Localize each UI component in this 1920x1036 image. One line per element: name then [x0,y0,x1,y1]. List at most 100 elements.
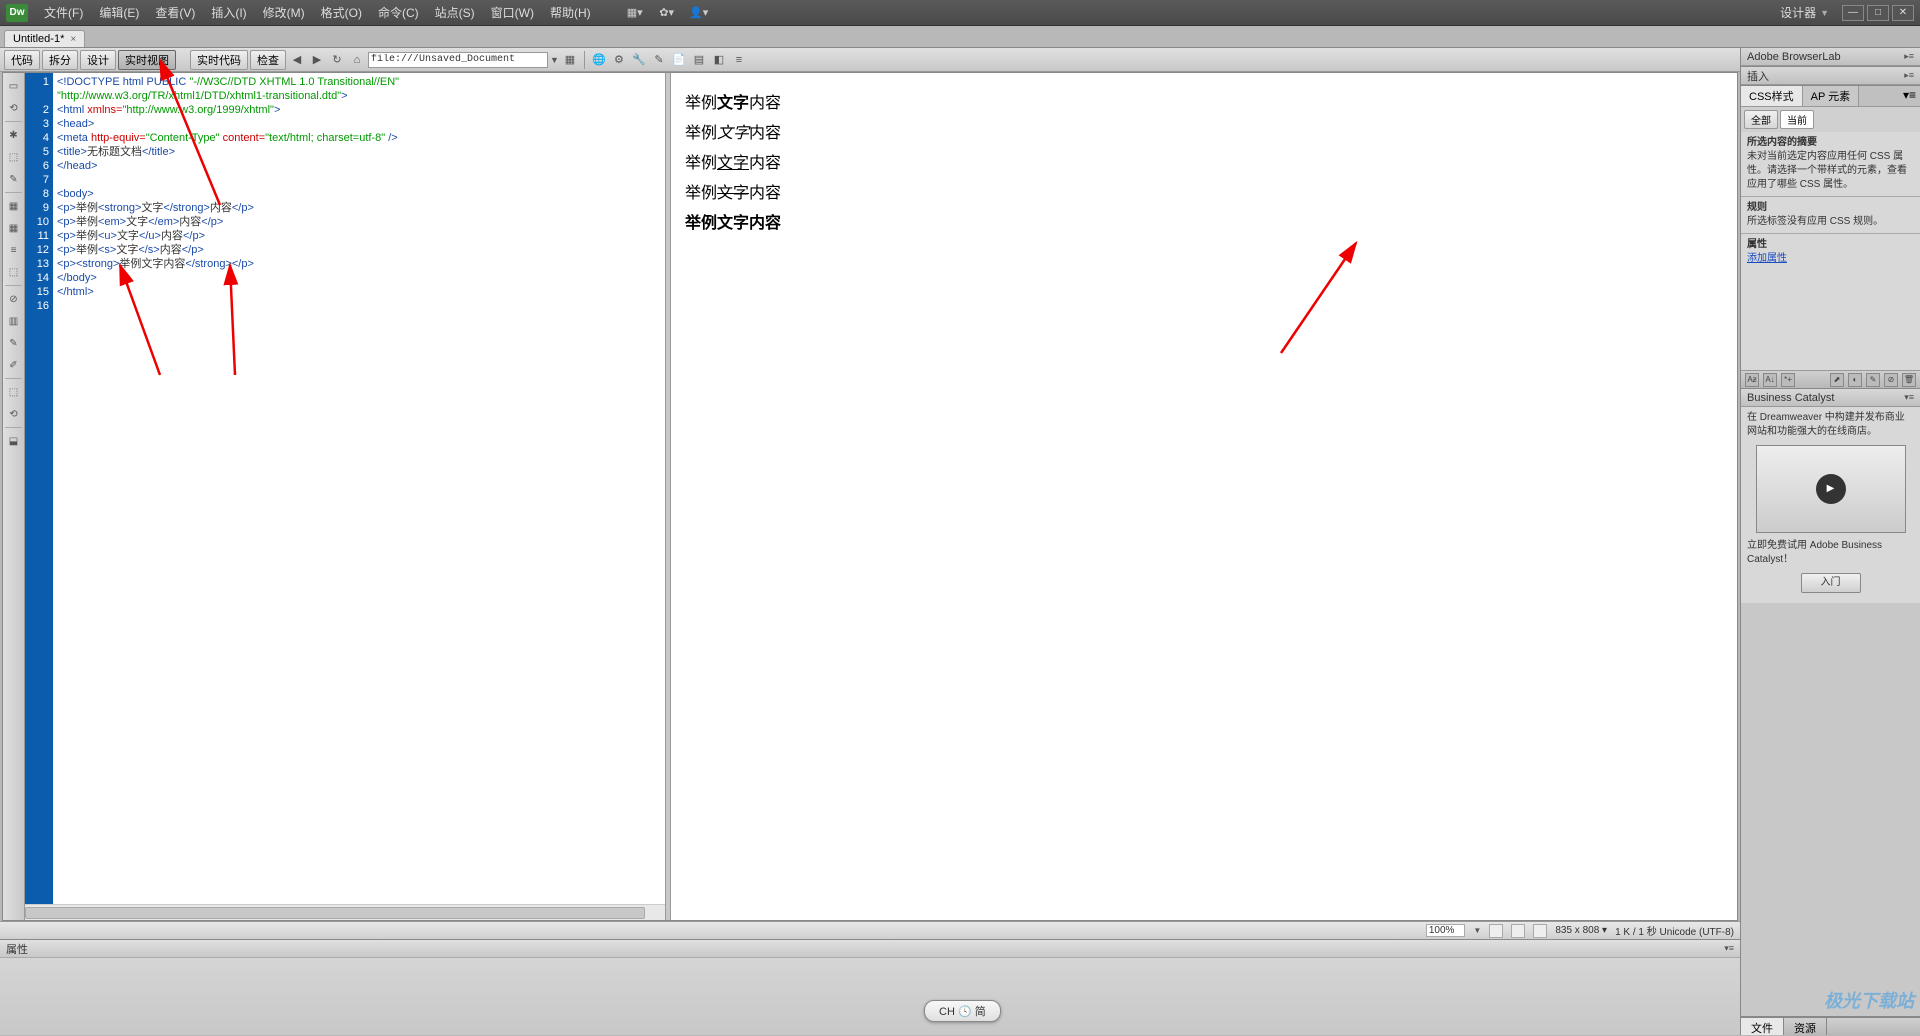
panel-menu-icon[interactable]: ▾≡ [1899,86,1920,106]
tab-css-styles[interactable]: CSS样式 [1741,86,1803,106]
vtool-collapse-icon[interactable]: ⬓ [4,431,24,451]
properties-title[interactable]: 属性 [6,941,28,957]
view-livecode-button[interactable]: 实时代码 [190,50,248,70]
panel-menu-icon[interactable]: ▸≡ [1904,51,1914,62]
gear-icon[interactable]: ⚙ [610,52,628,68]
chevron-down-icon[interactable]: ▼ [1820,8,1829,18]
zoom-selector[interactable]: 100% [1426,924,1466,937]
document-tab[interactable]: Untitled-1* × [4,30,85,47]
css-icon-3[interactable]: *+ [1781,373,1795,387]
browse-icon[interactable]: ▦ [561,52,579,68]
panel-menu-icon[interactable]: ▸≡ [1904,70,1914,81]
vtool-star-icon[interactable]: ✱ [4,125,24,145]
css-current-button[interactable]: 当前 [1780,110,1814,129]
close-icon[interactable]: × [70,34,76,45]
vtool-refresh-icon[interactable]: ⟲ [4,98,24,118]
layout-dropdown-icon[interactable]: ▦▾ [623,4,647,22]
maximize-button[interactable]: □ [1867,5,1889,21]
bc-video-thumbnail[interactable]: ▶ [1756,445,1906,533]
css-icon-2[interactable]: A↓ [1763,373,1777,387]
code-pane[interactable]: 1 2345678910111213141516 <!DOCTYPE html … [25,73,665,920]
vtool-open-icon[interactable]: ▭ [4,76,24,96]
close-button[interactable]: ✕ [1892,5,1914,21]
vtool-select-icon[interactable]: ⬚ [4,147,24,167]
vtool-box-icon[interactable]: ⬚ [4,262,24,282]
vtool-grid1-icon[interactable]: ▦ [4,196,24,216]
viewport-icon[interactable] [1533,924,1547,938]
menu-site[interactable]: 站点(S) [427,0,483,25]
options-icon[interactable]: ≡ [730,52,748,68]
panel-bc-title[interactable]: Business Catalyst [1747,392,1834,404]
vtool-edit1-icon[interactable]: ✎ [4,333,24,353]
vtool-edit2-icon[interactable]: ✐ [4,355,24,375]
extend-dropdown-icon[interactable]: ✿▾ [655,4,679,22]
css-all-button[interactable]: 全部 [1744,110,1778,129]
css-link-icon[interactable]: ⬈ [1830,373,1844,387]
address-input[interactable] [368,52,548,68]
code-text[interactable]: <!DOCTYPE html PUBLIC "-//W3C//DTD XHTML… [53,73,665,904]
preview-line-2: 举例文字内容 [685,119,1723,143]
menu-insert[interactable]: 插入(I) [203,0,254,25]
add-property-link[interactable]: 添加属性 [1747,251,1787,266]
css-edit-icon[interactable]: ✎ [1866,373,1880,387]
pencil-icon[interactable]: ✎ [650,52,668,68]
vtool-grid2-icon[interactable]: ▦ [4,218,24,238]
selecttool-icon[interactable] [1511,924,1525,938]
view-split-button[interactable]: 拆分 [42,50,78,70]
user-dropdown-icon[interactable]: 👤▾ [687,4,711,22]
tab-files[interactable]: 文件 [1741,1018,1784,1035]
menu-command[interactable]: 命令(C) [370,0,427,25]
minimize-button[interactable]: — [1842,5,1864,21]
handtool-icon[interactable] [1489,924,1503,938]
viewport-size[interactable]: 835 x 808 ▾ [1555,925,1607,936]
vtool-wrap-icon[interactable]: ⟲ [4,404,24,424]
css-trash-icon[interactable]: 🗑 [1902,373,1916,387]
panel-insert-title[interactable]: 插入 [1747,68,1769,84]
panel-menu-icon[interactable]: ▾≡ [1724,943,1734,954]
document-tab-title: Untitled-1* [13,33,64,45]
validation-icon[interactable]: ▤ [690,52,708,68]
vtool-column-icon[interactable]: ▥ [4,311,24,331]
view-code-button[interactable]: 代码 [4,50,40,70]
workspace-label[interactable]: 设计器 [1780,4,1816,21]
ime-indicator[interactable]: CH 🕓 简 [924,1000,1001,1022]
menu-file[interactable]: 文件(F) [36,0,91,25]
bc-start-button[interactable]: 入门 [1801,573,1861,593]
preview-pane[interactable]: 举例文字内容 举例文字内容 举例文字内容 举例文字内容 举例文字内容 [671,73,1737,920]
document-tab-bar: Untitled-1* × [0,26,1920,48]
nav-forward-icon[interactable]: ▶ [308,52,326,68]
horizontal-scrollbar[interactable] [25,904,665,920]
tab-ap-elements[interactable]: AP 元素 [1803,86,1860,106]
panel-browserlab-title[interactable]: Adobe BrowserLab [1747,51,1841,63]
nav-back-icon[interactable]: ◀ [288,52,306,68]
view-design-button[interactable]: 设计 [80,50,116,70]
menu-window[interactable]: 窗口(W) [483,0,542,25]
globe-icon[interactable]: 🌐 [590,52,608,68]
css-disable-icon[interactable]: ⊘ [1884,373,1898,387]
menu-edit[interactable]: 编辑(E) [91,0,147,25]
document-toolbar: 代码 拆分 设计 实时视图 实时代码 检查 ◀ ▶ ↻ ⌂ ▼ ▦ 🌐 ⚙ 🔧 … [0,48,1740,72]
view-inspect-button[interactable]: 检查 [250,50,286,70]
scrollbar-thumb[interactable] [25,907,645,919]
menu-modify[interactable]: 修改(M) [255,0,313,25]
vtool-pencil-icon[interactable]: ✎ [4,169,24,189]
wrench-icon[interactable]: 🔧 [630,52,648,68]
vtool-nosign-icon[interactable]: ⊘ [4,289,24,309]
view-liveview-button[interactable]: 实时视图 [118,50,176,70]
css-icon-1[interactable]: Aƶ [1745,373,1759,387]
nav-home-icon[interactable]: ⌂ [348,52,366,68]
visual-aid-icon[interactable]: ◧ [710,52,728,68]
editor-area: ▭ ⟲ ✱ ⬚ ✎ ▦ ▦ ≡ ⬚ ⊘ ▥ ✎ ✐ ⬚ ⟲ ⬓ [2,72,1738,921]
panel-menu-icon[interactable]: ▾≡ [1904,392,1914,403]
menu-view[interactable]: 查看(V) [147,0,203,25]
menu-help[interactable]: 帮助(H) [542,0,599,25]
vtool-lines-icon[interactable]: ≡ [4,240,24,260]
tab-assets[interactable]: 资源 [1784,1018,1827,1035]
vtool-indent-icon[interactable]: ⬚ [4,382,24,402]
page-icon[interactable]: 📄 [670,52,688,68]
address-dropdown-icon[interactable]: ▼ [550,55,559,65]
css-new-icon[interactable]: ◐ [1848,373,1862,387]
nav-refresh-icon[interactable]: ↻ [328,52,346,68]
play-icon[interactable]: ▶ [1816,474,1846,504]
menu-format[interactable]: 格式(O) [313,0,370,25]
